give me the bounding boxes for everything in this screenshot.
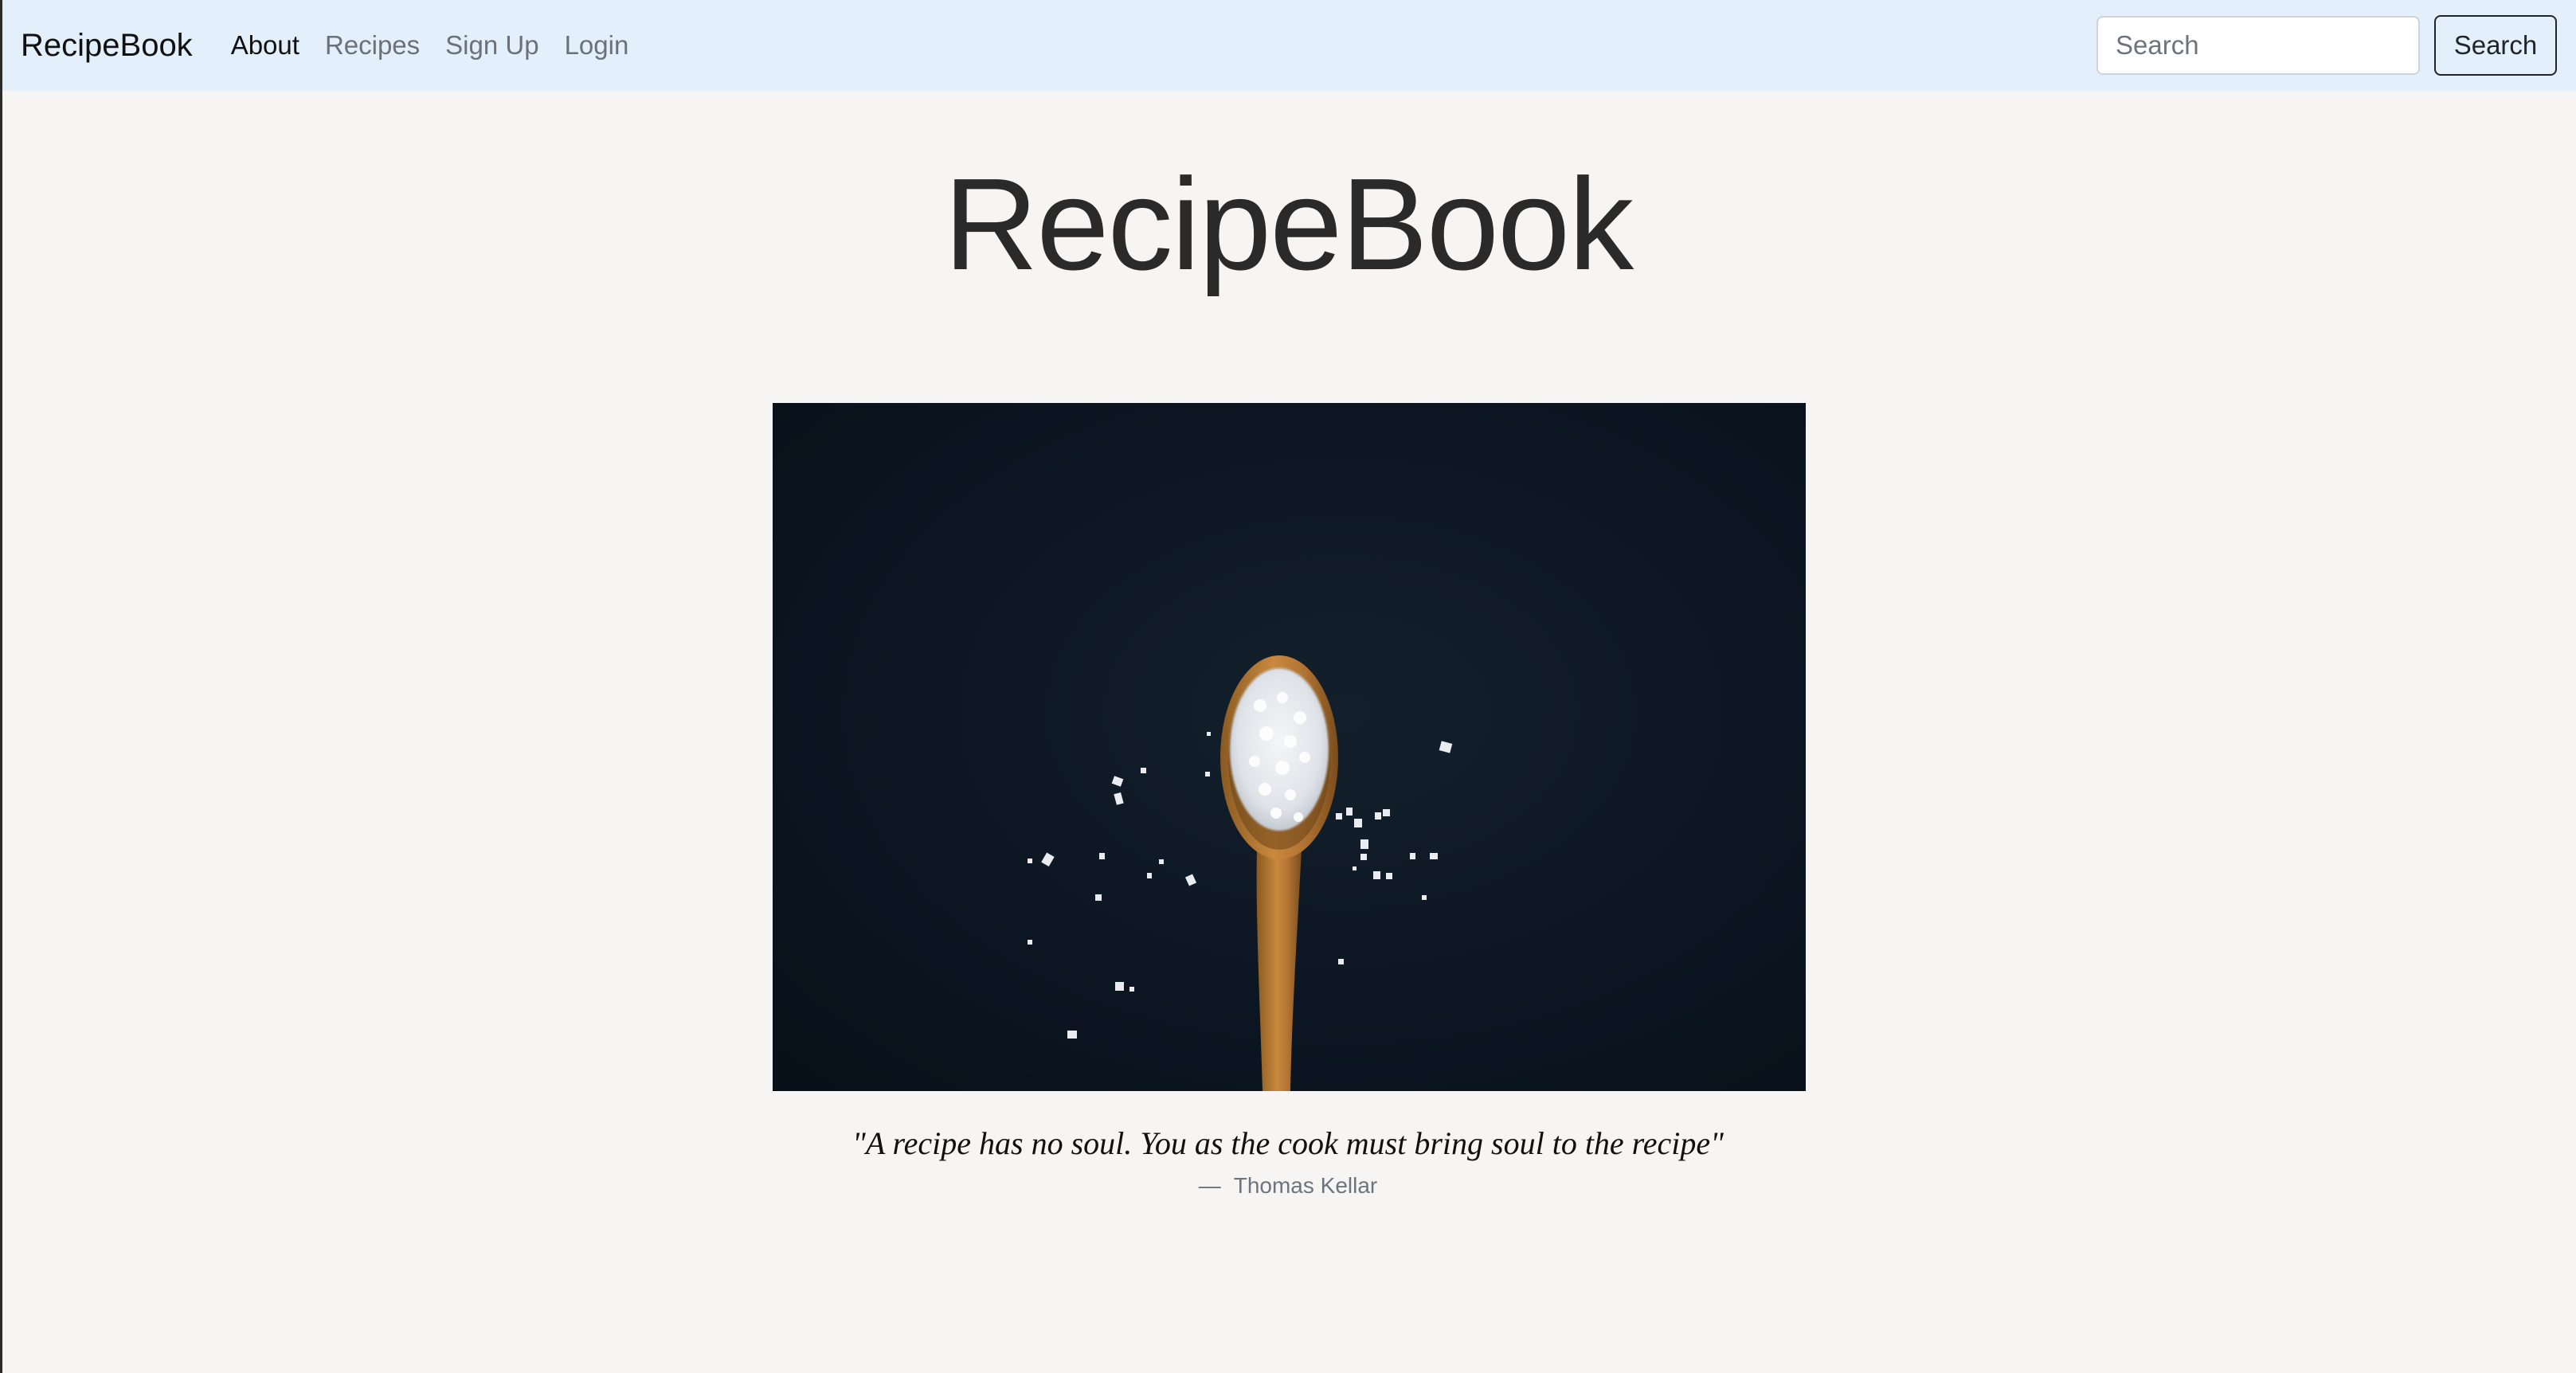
quote-text: "A recipe has no soul. You as the cook m… — [852, 1125, 1724, 1161]
nav-link-about[interactable]: About — [231, 30, 299, 61]
quote-attribution: — Thomas Kellar — [0, 1173, 2576, 1199]
attribution-dash: — — [1198, 1173, 1221, 1198]
nav-link-recipes[interactable]: Recipes — [325, 30, 420, 61]
brand-link[interactable]: RecipeBook — [21, 28, 193, 64]
hero-image — [773, 403, 1806, 1091]
navbar: RecipeBook About Recipes Sign Up Login S… — [0, 0, 2576, 91]
nav-link-login[interactable]: Login — [565, 30, 629, 61]
page-title: RecipeBook — [943, 151, 1634, 297]
salt-spoon-illustration — [1028, 655, 1453, 1091]
search-input[interactable] — [2096, 16, 2420, 75]
quote-author: Thomas Kellar — [1233, 1173, 1378, 1198]
nav-link-sign-up[interactable]: Sign Up — [445, 30, 538, 61]
search-button[interactable]: Search — [2434, 15, 2557, 76]
